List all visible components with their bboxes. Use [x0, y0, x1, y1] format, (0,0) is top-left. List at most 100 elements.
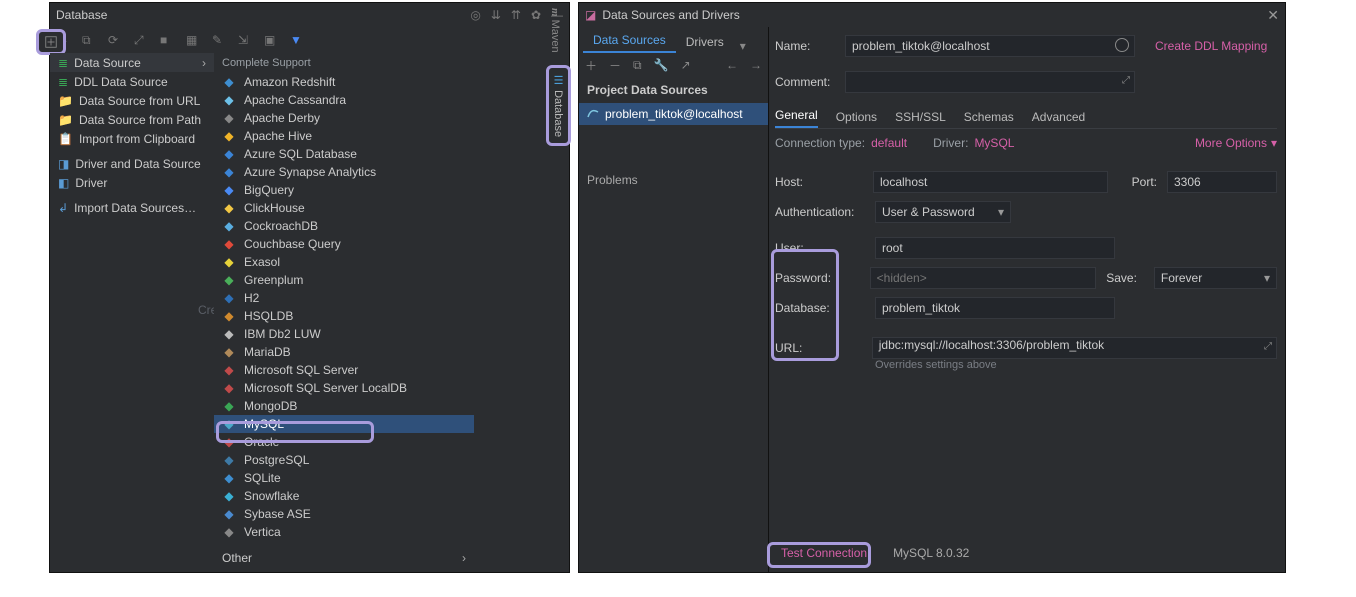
stop-icon[interactable]: ◎: [470, 8, 480, 22]
connection-type-value[interactable]: default: [871, 136, 907, 150]
db-option-h2[interactable]: ◆H2: [214, 289, 474, 307]
db-option-mysql[interactable]: ◆MySQL: [214, 415, 474, 433]
url-input[interactable]: jdbc:mysql://localhost:3306/problem_tikt…: [872, 337, 1277, 359]
db-vendor-icon: ◆: [222, 237, 236, 251]
db-option-apache-cassandra[interactable]: ◆Apache Cassandra: [214, 91, 474, 109]
maven-vtab[interactable]: m Maven: [546, 2, 564, 59]
db-option-oracle[interactable]: ◆Oracle: [214, 433, 474, 451]
jump-icon[interactable]: ⤢: [134, 33, 148, 47]
db-option-azure-synapse-analytics[interactable]: ◆Azure Synapse Analytics: [214, 163, 474, 181]
subtab-general[interactable]: General: [775, 108, 818, 128]
test-connection-link[interactable]: Test Connection: [775, 544, 873, 562]
add-icon[interactable]: ＋: [585, 57, 597, 74]
db-vendor-icon: ◆: [222, 129, 236, 143]
comment-input[interactable]: ⤢: [845, 71, 1135, 93]
grid-icon[interactable]: ▦: [186, 33, 200, 47]
url-icon: 📁: [58, 94, 73, 108]
db-option-microsoft-sql-server-localdb[interactable]: ◆Microsoft SQL Server LocalDB: [214, 379, 474, 397]
db-option-label: Oracle: [244, 435, 279, 449]
copy-icon[interactable]: ⧉: [633, 58, 642, 73]
expand-icon[interactable]: ⤢: [1122, 75, 1130, 86]
tab-data-sources[interactable]: Data Sources: [583, 29, 676, 53]
create-ddl-mapping-link[interactable]: Create DDL Mapping: [1155, 39, 1267, 53]
expand-icon[interactable]: ⇈: [511, 8, 521, 22]
db-vendor-icon: ◆: [222, 111, 236, 125]
auth-select[interactable]: User & Password▾: [875, 201, 1011, 223]
forward-icon[interactable]: →: [750, 58, 762, 72]
ctx-ddl-data-source[interactable]: ≣DDL Data Source: [50, 72, 214, 91]
ctx-driver-and-data-source[interactable]: ◨Driver and Data Source: [50, 154, 214, 173]
driver-value-link[interactable]: MySQL: [974, 136, 1014, 150]
db-option-apache-hive[interactable]: ◆Apache Hive: [214, 127, 474, 145]
db-option-sybase-ase[interactable]: ◆Sybase ASE: [214, 505, 474, 523]
back-icon[interactable]: ←: [726, 58, 738, 72]
collapse-icon[interactable]: ⇊: [491, 8, 501, 22]
ctx-other[interactable]: Other›: [214, 547, 474, 569]
password-input[interactable]: [870, 267, 1097, 289]
add-datasource-button[interactable]: [36, 29, 66, 55]
db-option-label: Exasol: [244, 255, 280, 269]
close-icon[interactable]: ✕: [1267, 7, 1279, 24]
ctx-data-source-path[interactable]: 📁Data Source from Path: [50, 110, 214, 129]
subtab-options[interactable]: Options: [836, 110, 877, 128]
db-option-greenplum[interactable]: ◆Greenplum: [214, 271, 474, 289]
ctx-import-clipboard[interactable]: 📋Import from Clipboard: [50, 129, 214, 148]
save-select[interactable]: Forever▾: [1154, 267, 1277, 289]
db-option-mariadb[interactable]: ◆MariaDB: [214, 343, 474, 361]
copy-icon[interactable]: ⧉: [82, 33, 96, 47]
db-option-bigquery[interactable]: ◆BigQuery: [214, 181, 474, 199]
db-option-mongodb[interactable]: ◆MongoDB: [214, 397, 474, 415]
db-option-postgresql[interactable]: ◆PostgreSQL: [214, 451, 474, 469]
database-vtab[interactable]: ☰ Database: [546, 65, 571, 146]
host-input[interactable]: [873, 171, 1108, 193]
ctx-data-source-url[interactable]: 📁Data Source from URL: [50, 91, 214, 110]
subtab-schemas[interactable]: Schemas: [964, 110, 1014, 128]
wrench-icon[interactable]: 🔧: [654, 58, 669, 72]
name-input[interactable]: [845, 35, 1135, 57]
db-option-snowflake[interactable]: ◆Snowflake: [214, 487, 474, 505]
subtab-sshssl[interactable]: SSH/SSL: [895, 110, 946, 128]
ctx-driver[interactable]: ◧Driver: [50, 173, 214, 192]
comment-label: Comment:: [775, 75, 845, 89]
subtab-advanced[interactable]: Advanced: [1032, 110, 1085, 128]
db-option-sqlite[interactable]: ◆SQLite: [214, 469, 474, 487]
db-option-clickhouse[interactable]: ◆ClickHouse: [214, 199, 474, 217]
stop-sq-icon[interactable]: ■: [160, 33, 174, 47]
mysql-icon: [587, 107, 599, 122]
expand-icon[interactable]: ⤢: [1264, 341, 1272, 352]
color-ring-icon[interactable]: [1115, 38, 1129, 52]
gear-icon[interactable]: ✿: [531, 8, 541, 22]
goto-icon[interactable]: ↗: [681, 58, 691, 72]
db-option-exasol[interactable]: ◆Exasol: [214, 253, 474, 271]
remove-icon[interactable]: －: [609, 57, 621, 74]
db-option-azure-sql-database[interactable]: ◆Azure SQL Database: [214, 145, 474, 163]
db-vendor-icon: ◆: [222, 75, 236, 89]
edit-icon[interactable]: ✎: [212, 33, 226, 47]
tab-drivers[interactable]: Drivers: [676, 31, 734, 53]
db-option-amazon-redshift[interactable]: ◆Amazon Redshift: [214, 73, 474, 91]
db-option-ibm-db2-luw[interactable]: ◆IBM Db2 LUW: [214, 325, 474, 343]
database-input[interactable]: [875, 297, 1115, 319]
tree-datasource-item[interactable]: problem_tiktok@localhost: [579, 103, 768, 125]
chevron-down-icon[interactable]: ▾: [740, 39, 746, 53]
db-option-hsqldb[interactable]: ◆HSQLDB: [214, 307, 474, 325]
problems-section[interactable]: Problems: [579, 165, 768, 195]
db-vendor-icon: ◆: [222, 219, 236, 233]
db-vendor-icon: ◆: [222, 381, 236, 395]
more-options-link[interactable]: More Options▾: [1195, 136, 1277, 150]
db-option-cockroachdb[interactable]: ◆CockroachDB: [214, 217, 474, 235]
layout-icon[interactable]: ▣: [264, 33, 278, 47]
user-input[interactable]: [875, 237, 1115, 259]
db-option-couchbase-query[interactable]: ◆Couchbase Query: [214, 235, 474, 253]
filter-icon[interactable]: ▼: [290, 33, 304, 47]
ctx-import-data-sources[interactable]: ↲Import Data Sources…: [50, 198, 214, 217]
path-icon: 📁: [58, 113, 73, 127]
refresh-icon[interactable]: ⟳: [108, 33, 122, 47]
diagram-icon[interactable]: ⇲: [238, 33, 252, 47]
db-option-apache-derby[interactable]: ◆Apache Derby: [214, 109, 474, 127]
db-option-microsoft-sql-server[interactable]: ◆Microsoft SQL Server: [214, 361, 474, 379]
chevron-down-icon: ▾: [1271, 136, 1277, 150]
db-option-vertica[interactable]: ◆Vertica: [214, 523, 474, 541]
port-input[interactable]: [1167, 171, 1277, 193]
ctx-data-source[interactable]: ≣Data Source›: [50, 53, 214, 72]
